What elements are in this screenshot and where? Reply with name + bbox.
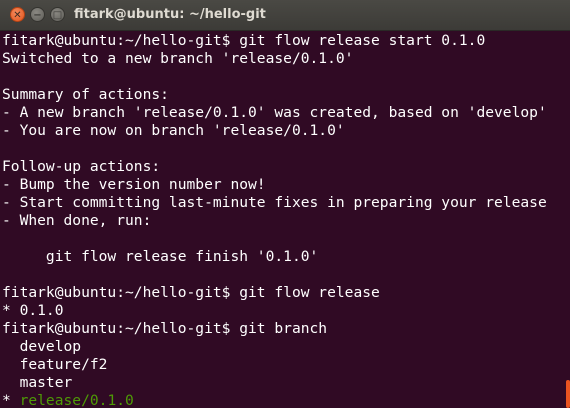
terminal-window: ✕ − □ fitark@ubuntu: ~/hello-git fitark@… [0,0,570,408]
terminal-line: Summary of actions: [2,86,169,103]
window-title: fitark@ubuntu: ~/hello-git [74,7,266,22]
terminal-line: - Bump the version number now! [2,176,266,193]
terminal-line: fitark@ubuntu:~/hello-git$ git flow rele… [2,284,380,301]
terminal-line: develop [2,338,82,355]
terminal-line: Switched to a new branch 'release/0.1.0' [2,50,354,67]
terminal-line: - A new branch 'release/0.1.0' was creat… [2,104,547,121]
maximize-icon[interactable]: □ [50,7,65,22]
terminal-line: fitark@ubuntu:~/hello-git$ git flow rele… [2,32,486,49]
current-branch-name: release/0.1.0 [19,392,134,408]
terminal-line: - When done, run: [2,212,152,229]
terminal-line: feature/f2 [2,356,108,373]
title-bar[interactable]: ✕ − □ fitark@ubuntu: ~/hello-git [0,0,570,31]
terminal-line: git flow release finish '0.1.0' [2,248,319,265]
terminal-output[interactable]: fitark@ubuntu:~/hello-git$ git flow rele… [0,31,570,408]
current-branch-marker: * [2,392,20,408]
terminal-line: Follow-up actions: [2,158,161,175]
terminal-line: master [2,374,73,391]
terminal-line: - You are now on branch 'release/0.1.0' [2,122,345,139]
close-icon[interactable]: ✕ [10,7,25,22]
terminal-line: - Start committing last-minute fixes in … [2,194,547,211]
scrollbar[interactable] [566,380,570,408]
terminal-line: * 0.1.0 [2,302,64,319]
terminal-line: fitark@ubuntu:~/hello-git$ git branch [2,320,328,337]
current-branch-line: * release/0.1.0 [2,392,570,408]
minimize-icon[interactable]: − [30,7,45,22]
